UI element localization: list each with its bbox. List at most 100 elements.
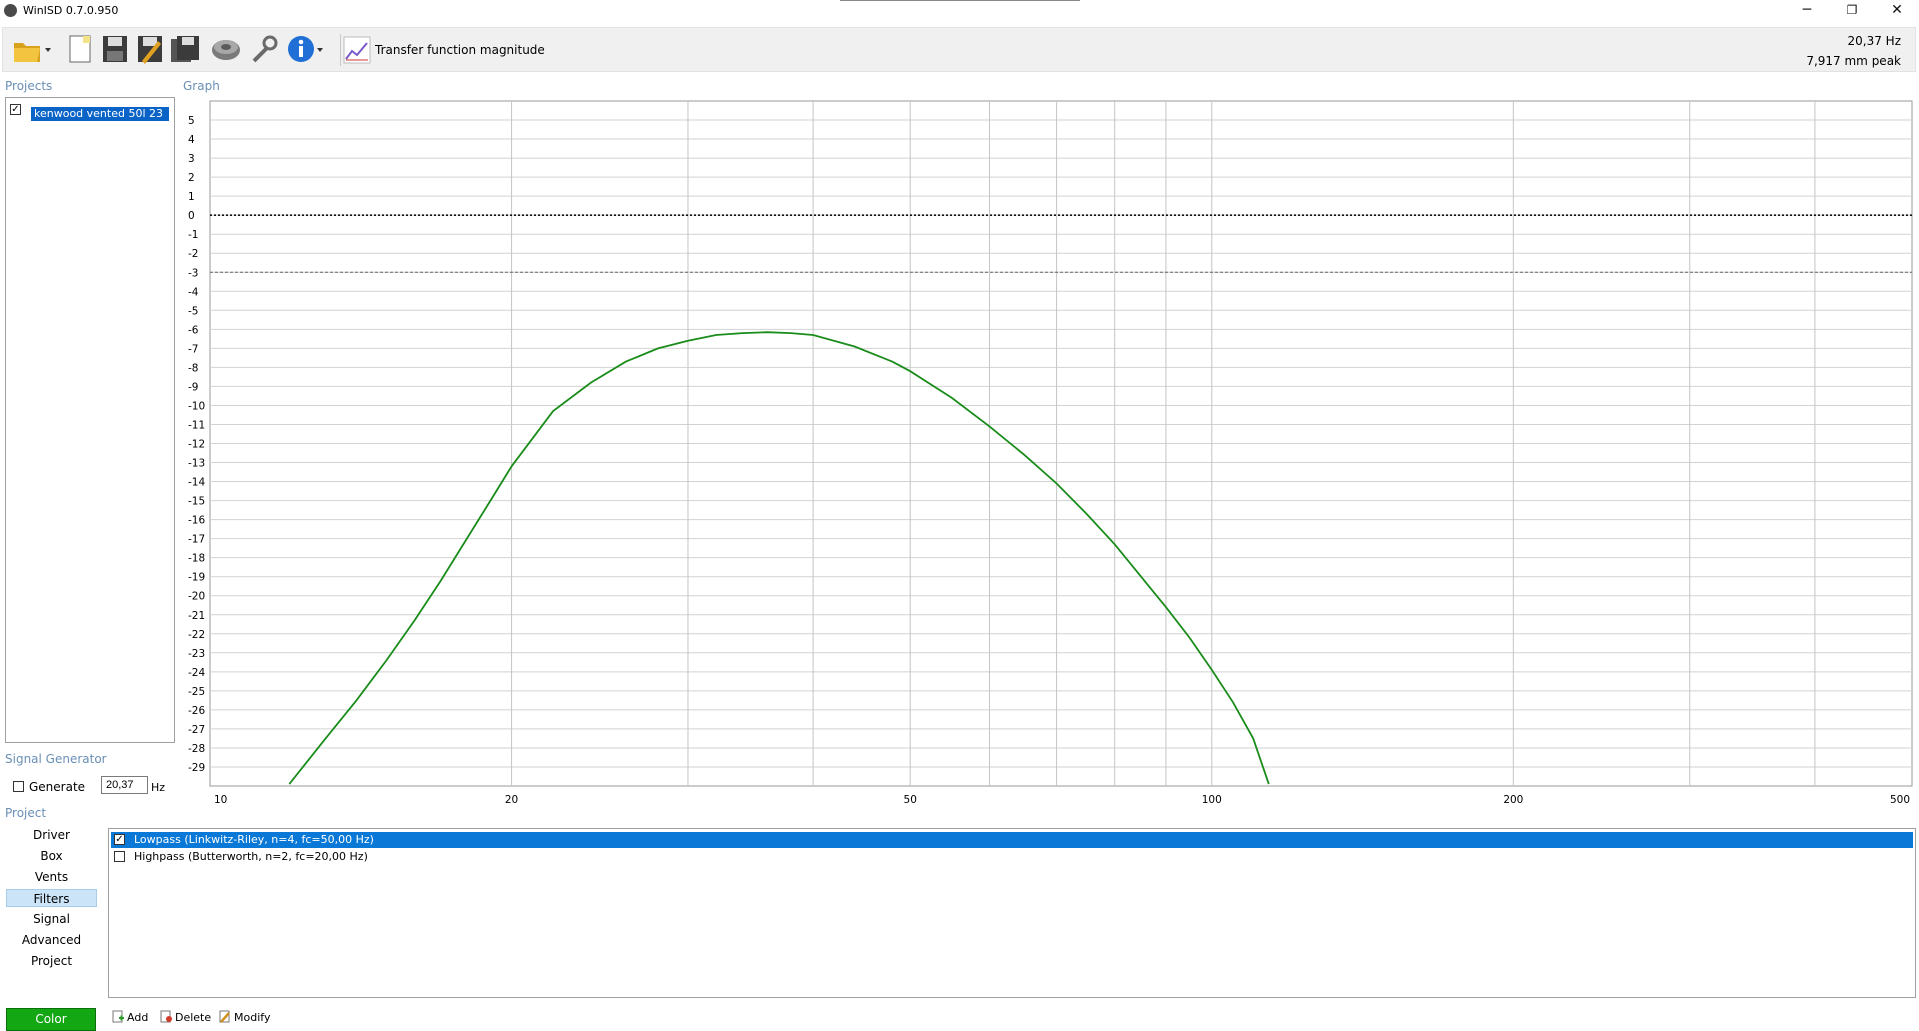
nav-item-advanced[interactable]: Advanced (6, 931, 97, 949)
nav-item-filters[interactable]: Filters (6, 889, 97, 907)
y-axis-labels: 5 4 3 2 1 0 -1 -2 -3 -4 -5 -6 -7 -8 -9 -10 -11 -12 -13 -14 -… (188, 115, 205, 774)
y-tick-label: -10 (188, 400, 205, 412)
y-tick-label: 4 (188, 134, 195, 146)
x-tick-label: 200 (1503, 794, 1523, 803)
open-folder-icon[interactable] (12, 33, 52, 65)
color-button[interactable]: Color (6, 1008, 96, 1031)
add-icon (112, 1010, 124, 1023)
y-tick-label: -22 (188, 629, 205, 641)
generate-checkbox[interactable] (13, 781, 24, 792)
x-tick-label: 20 (505, 794, 518, 803)
info-icon[interactable] (286, 33, 326, 65)
nav-item-vents[interactable]: Vents (6, 868, 97, 886)
y-tick-label: -13 (188, 458, 205, 470)
restore-button[interactable]: ❐ (1829, 0, 1875, 22)
new-document-icon[interactable] (64, 33, 96, 65)
y-tick-label: -17 (188, 534, 205, 546)
save-all-icon[interactable] (169, 33, 201, 65)
y-tick-label: -6 (188, 324, 199, 336)
y-tick-label: -15 (188, 496, 205, 508)
title-bar-divider (840, 0, 1080, 1)
y-tick-label: -8 (188, 362, 198, 374)
y-tick-label: -21 (188, 610, 205, 622)
filters-list: ✓ Lowpass (Linkwitz-Riley, n=4, fc=50,00… (108, 828, 1916, 998)
driver-icon[interactable] (210, 33, 242, 65)
y-tick-label: -4 (188, 286, 199, 298)
nav-item-box[interactable]: Box (6, 847, 97, 865)
delete-icon (160, 1010, 172, 1023)
y-tick-label: -1 (188, 229, 198, 241)
y-tick-label: 1 (188, 191, 195, 203)
window-title: WinISD 0.7.0.950 (23, 4, 119, 17)
y-tick-label: -28 (188, 743, 205, 755)
projects-list: ✓ kenwood vented 50l 23 hz (5, 97, 175, 743)
y-tick-label: -19 (188, 572, 205, 584)
y-tick-label: -12 (188, 439, 205, 451)
project-item[interactable]: ✓ kenwood vented 50l 23 hz (9, 102, 170, 134)
delete-label: Delete (175, 1011, 212, 1024)
modify-label: Modify (234, 1011, 271, 1024)
y-tick-label: 5 (188, 115, 195, 127)
y-tick-label: 0 (188, 210, 195, 222)
toolbar: Transfer function magnitude 20,37 Hz 7,9… (2, 27, 1916, 72)
project-checkbox[interactable]: ✓ (10, 104, 21, 115)
y-tick-label: -27 (188, 724, 205, 736)
y-tick-label: -23 (188, 648, 205, 660)
add-filter-button[interactable]: Add (112, 1010, 148, 1026)
toolbar-separator (340, 34, 341, 66)
y-tick-label: -14 (188, 477, 205, 489)
projects-heading: Projects (5, 79, 53, 93)
title-bar: WinISD 0.7.0.950 ─ ❐ ✕ (0, 0, 1919, 22)
y-tick-label: -29 (188, 762, 205, 774)
y-tick-label: -20 (188, 591, 205, 603)
y-tick-label: 3 (188, 153, 195, 165)
filter-checkbox[interactable]: ✓ (114, 834, 125, 845)
x-axis-labels: 10 20 50 100 200 500 (214, 794, 1910, 803)
generate-label: Generate (29, 780, 86, 794)
filter-row[interactable]: Highpass (Butterworth, n=2, fc=20,00 Hz) (111, 849, 1913, 865)
pencil-icon (219, 1010, 231, 1023)
delete-filter-button[interactable]: Delete (160, 1010, 211, 1026)
filter-label: Highpass (Butterworth, n=2, fc=20,00 Hz) (134, 850, 368, 863)
close-button[interactable]: ✕ (1874, 0, 1919, 22)
y-tick-label: -9 (188, 381, 198, 393)
graph-selector-label[interactable]: Transfer function magnitude (375, 43, 545, 57)
app-icon (4, 4, 17, 17)
filter-label: Lowpass (Linkwitz-Riley, n=4, fc=50,00 H… (134, 833, 374, 846)
y-tick-label: -3 (188, 267, 198, 279)
nav-item-project[interactable]: Project (6, 952, 97, 970)
y-tick-label: -11 (188, 419, 205, 431)
y-tick-label: -24 (188, 667, 205, 679)
y-tick-label: -2 (188, 248, 198, 260)
generator-frequency-input[interactable] (101, 776, 148, 794)
transfer-function-graph[interactable]: 543210-1-2-3-4-5-6-7-8-9-10-11-12-13-14-… (170, 93, 1918, 803)
y-tick-label: -7 (188, 343, 198, 355)
y-tick-label: 2 (188, 172, 195, 184)
y-tick-label: -25 (188, 686, 205, 698)
filter-row[interactable]: ✓ Lowpass (Linkwitz-Riley, n=4, fc=50,00… (111, 832, 1913, 848)
cursor-frequency-readout: 20,37 Hz (1847, 34, 1902, 48)
save-as-icon[interactable] (134, 33, 166, 65)
x-tick-label: 100 (1202, 794, 1222, 803)
graph-heading: Graph (183, 79, 220, 93)
add-label: Add (127, 1011, 149, 1024)
y-tick-label: -5 (188, 305, 198, 317)
graph-selector-icon[interactable] (343, 36, 371, 64)
graph-grid (209, 100, 1913, 787)
filter-checkbox[interactable] (114, 851, 125, 862)
cursor-excursion-readout: 7,917 mm peak (1806, 54, 1901, 68)
nav-item-driver[interactable]: Driver (6, 826, 97, 844)
project-item-label[interactable]: kenwood vented 50l 23 hz (30, 106, 170, 134)
wrench-icon[interactable] (248, 33, 280, 65)
generator-unit: Hz (151, 781, 166, 794)
signal-generator-heading: Signal Generator (5, 752, 107, 766)
minimize-button[interactable]: ─ (1784, 0, 1830, 22)
x-tick-label: 500 (1890, 794, 1910, 803)
nav-item-signal[interactable]: Signal (6, 910, 97, 928)
y-tick-label: -26 (188, 705, 205, 717)
x-tick-label: 50 (904, 794, 917, 803)
x-tick-label: 10 (214, 794, 227, 803)
y-tick-label: -16 (188, 515, 205, 527)
modify-filter-button[interactable]: Modify (219, 1010, 270, 1026)
save-icon[interactable] (99, 33, 131, 65)
